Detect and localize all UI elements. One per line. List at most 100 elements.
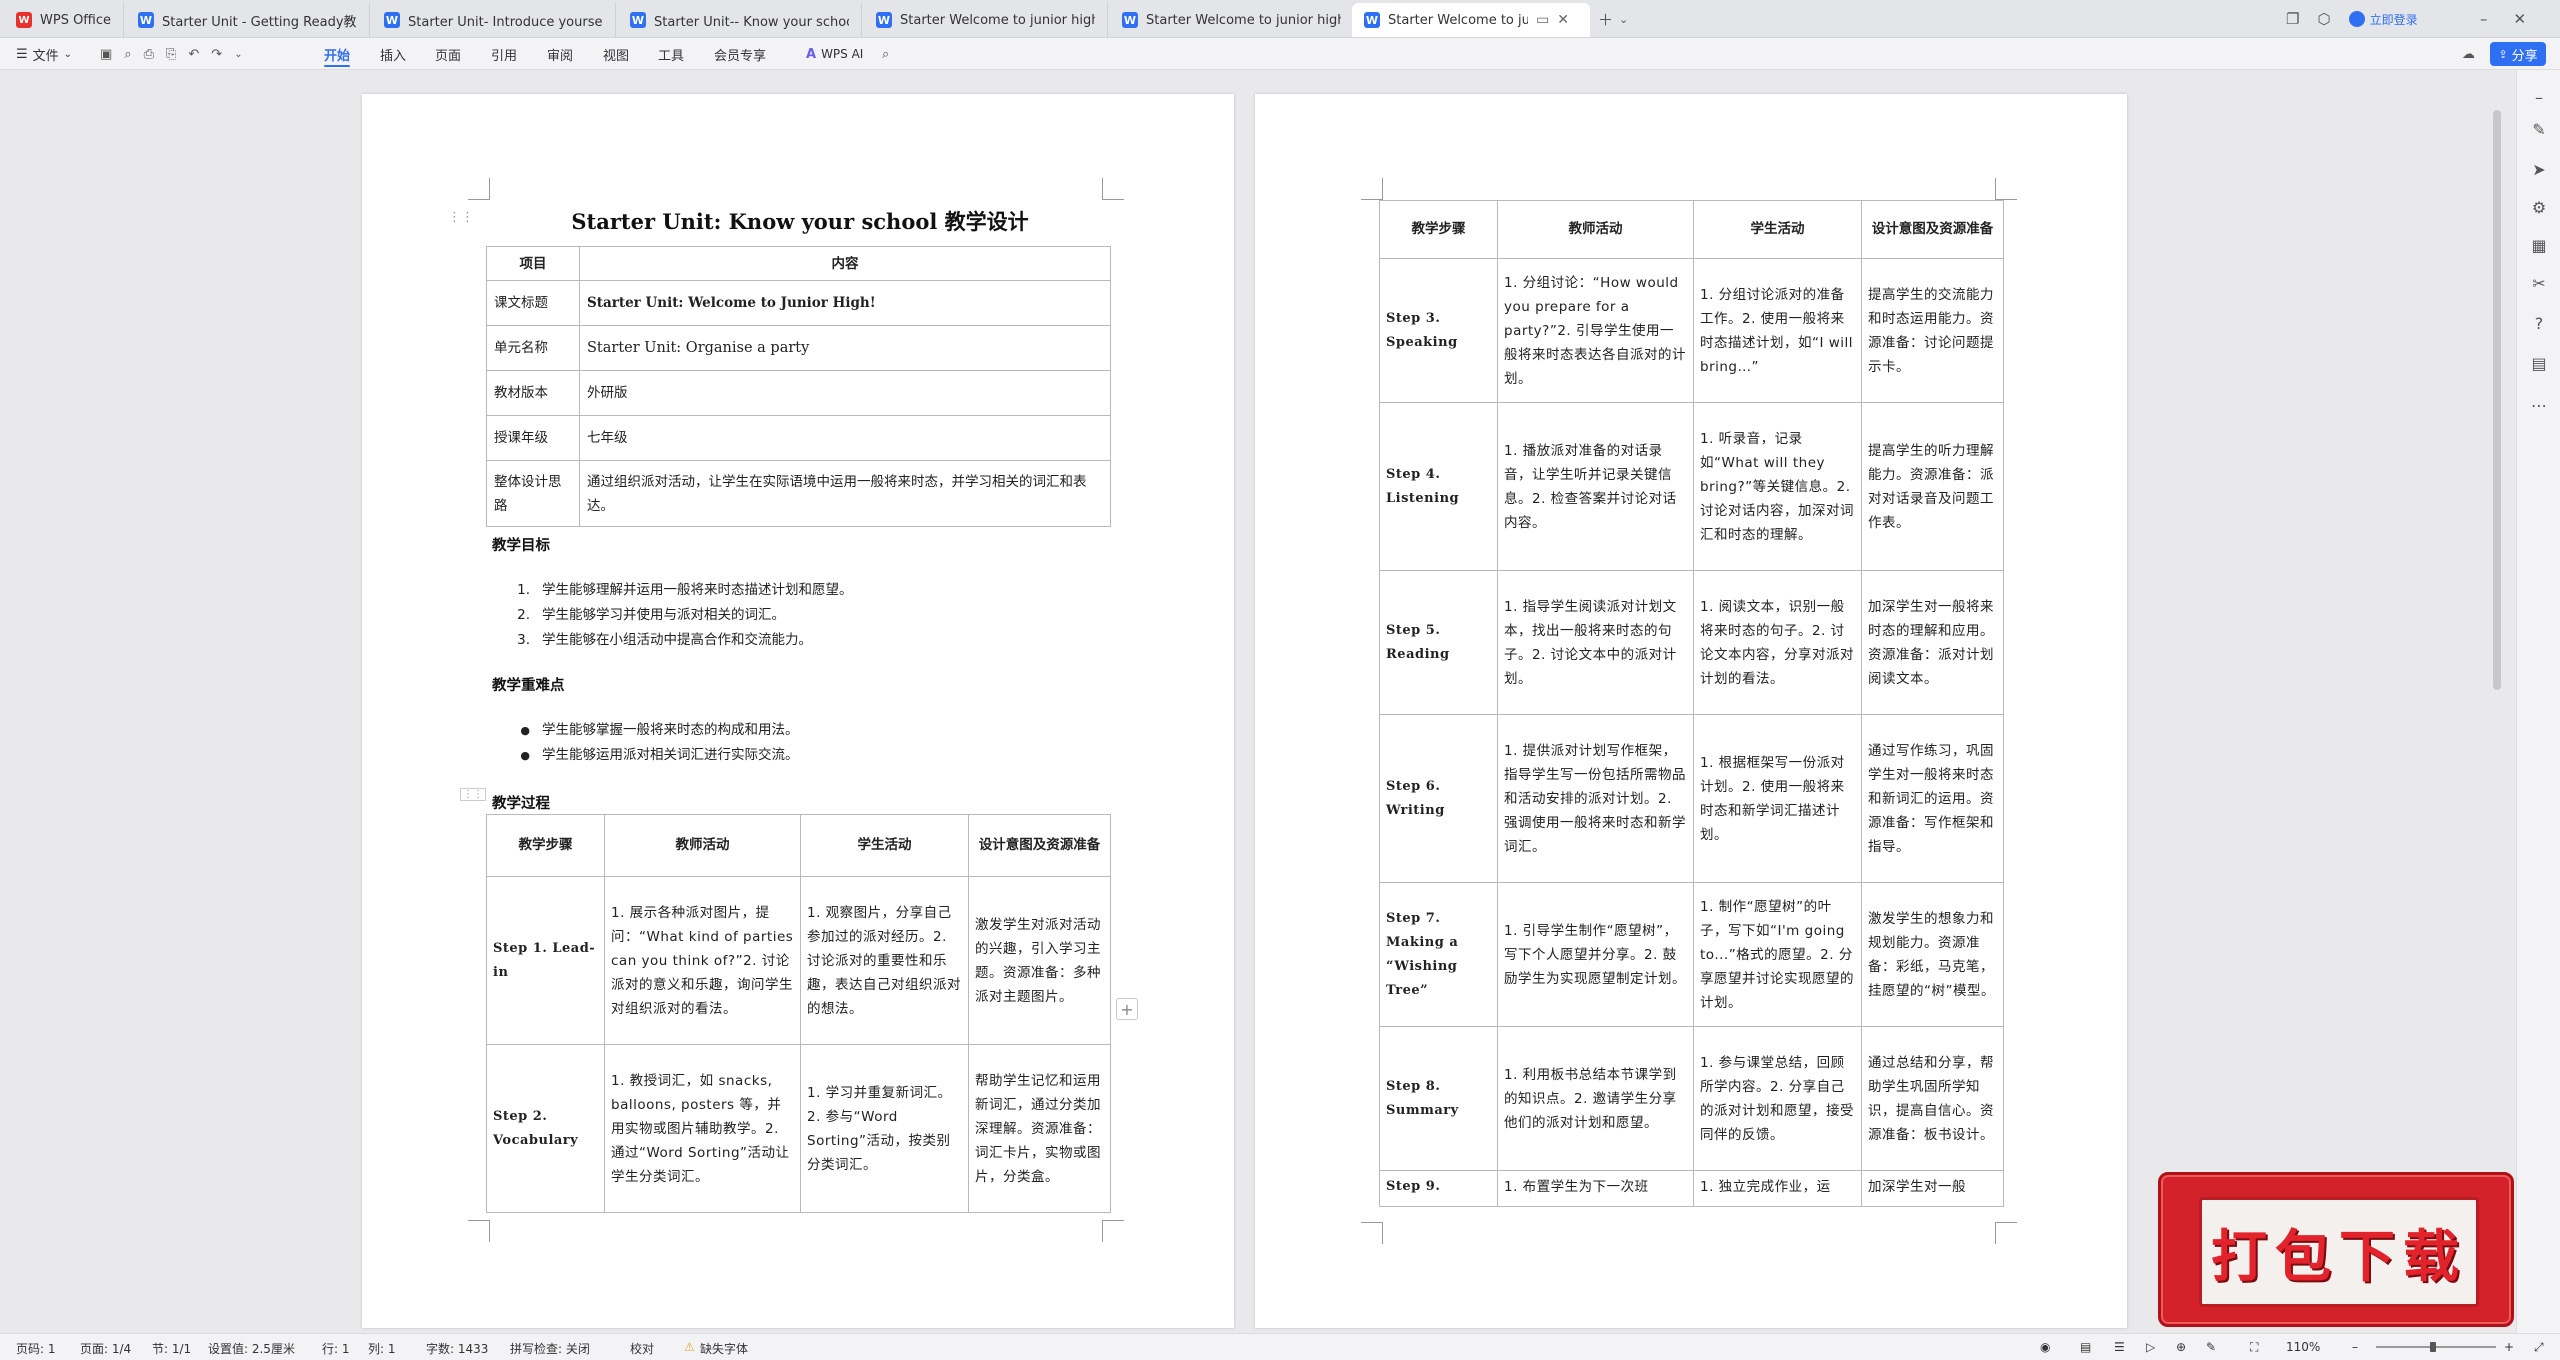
table-row: Step 4. Listening 1. 播放派对准备的对话录音，让学生听并记录… — [1379, 402, 2004, 571]
status-bar: 页码: 1 页面: 1/4 节: 1/1 设置值: 2.5厘米 行: 1 列: … — [0, 1333, 2560, 1360]
vertical-scrollbar[interactable] — [2493, 110, 2501, 690]
menu-tools[interactable]: 工具 — [658, 38, 684, 70]
table-row: 项目 内容 — [486, 246, 1111, 281]
menu-references[interactable]: 引用 — [491, 38, 517, 70]
status-missing-font[interactable]: 缺失字体 — [700, 1340, 748, 1357]
status-section[interactable]: 节: 1/1 — [152, 1340, 191, 1357]
design-intent-cell: 提高学生的听力理解能力。资源准备：派对对话录音及问题工作表。 — [1861, 402, 2004, 571]
adjust-icon[interactable]: ⚙ — [2529, 198, 2549, 218]
menu-home[interactable]: 开始 — [324, 38, 351, 70]
zoom-in-icon[interactable]: + — [2504, 1340, 2514, 1354]
tab-document-active[interactable]: W Starter Welcome to junior hi ▭ ✕ — [1352, 3, 1590, 37]
pen-icon[interactable]: ✎ — [2529, 120, 2549, 140]
table-row: 教材版本 外研版 — [486, 370, 1111, 416]
tab-document[interactable]: W Starter Welcome to junior high! C — [864, 3, 1108, 37]
tab-document[interactable]: W Starter Unit-- Know your school教 — [618, 3, 862, 37]
save-icon[interactable]: ▣ — [100, 47, 112, 62]
tab-document[interactable]: W Starter Welcome to junior high! — [1110, 3, 1354, 37]
zoom-slider-thumb[interactable] — [2430, 1342, 2436, 1352]
close-tab-icon[interactable]: ✕ — [1557, 12, 1569, 28]
status-page[interactable]: 页码: 1 — [16, 1340, 56, 1357]
menu-insert[interactable]: 插入 — [380, 38, 406, 70]
table-row: 教学步骤 教师活动 学生活动 设计意图及资源准备 — [486, 814, 1111, 877]
tab-document[interactable]: W Starter Unit - Getting Ready教学设 — [126, 3, 370, 37]
menu-membership[interactable]: 会员专享 — [714, 38, 766, 70]
write-mode-icon[interactable]: ✎ — [2206, 1340, 2216, 1354]
page-view-icon[interactable]: ▤ — [2080, 1340, 2091, 1354]
zoom-out-icon[interactable]: – — [2352, 1340, 2358, 1354]
menu-view[interactable]: 视图 — [603, 38, 629, 70]
cube-icon[interactable]: ⬡ — [2317, 10, 2330, 28]
status-pages[interactable]: 页面: 1/4 — [80, 1340, 131, 1357]
table-header-cell: 设计意图及资源准备 — [968, 814, 1111, 877]
status-row[interactable]: 行: 1 — [322, 1340, 350, 1357]
image-icon[interactable]: ▦ — [2529, 236, 2549, 256]
drag-handle-icon[interactable]: ⋮⋮ — [460, 788, 486, 801]
menu-page[interactable]: 页面 — [435, 38, 461, 70]
table-row: Step 1. Lead-in 1. 展示各种派对图片，提问：“What kin… — [486, 876, 1111, 1045]
step-cell: Step 6. Writing — [1379, 714, 1498, 883]
undo-icon[interactable]: ↶ — [188, 47, 199, 62]
student-activity-cell: 1. 制作“愿望树”的叶子，写下如“I'm going to...”格式的愿望。… — [1693, 882, 1862, 1027]
menu-review[interactable]: 审阅 — [547, 38, 573, 70]
step-cell: Step 3. Speaking — [1379, 258, 1498, 403]
tab-label: Starter Welcome to junior high! — [1146, 12, 1341, 28]
status-words[interactable]: 字数: 1433 — [426, 1340, 488, 1357]
status-spellcheck[interactable]: 拼写检查: 关闭 — [510, 1340, 590, 1357]
outline-view-icon[interactable]: ☰ — [2114, 1340, 2125, 1354]
status-proof[interactable]: 校对 — [630, 1340, 654, 1357]
more-icon[interactable]: ⋯ — [2529, 396, 2549, 416]
teacher-activity-cell: 1. 指导学生阅读派对计划文本，找出一般将来时态的句子。2. 讨论文本中的派对计… — [1497, 570, 1694, 715]
list-item: ● 学生能够运用派对相关词汇进行实际交流。 — [512, 743, 1112, 768]
pointer-icon[interactable]: ➤ — [2529, 160, 2549, 180]
read-mode-icon[interactable]: ▷ — [2146, 1340, 2155, 1354]
print-preview-icon[interactable]: ⎘ — [166, 47, 176, 62]
download-banner[interactable]: 打包下载 — [2158, 1172, 2514, 1327]
web-view-icon[interactable]: ⊕ — [2176, 1340, 2186, 1354]
help-icon[interactable]: ? — [2529, 314, 2549, 334]
table-row: Step 2. Vocabulary 1. 教授词汇，如 snacks, bal… — [486, 1044, 1111, 1213]
screen-icon[interactable]: ▭ — [1536, 12, 1549, 28]
info-value: 七年级 — [579, 415, 1111, 461]
share-button[interactable]: ⇪ 分享 — [2490, 42, 2546, 66]
tab-document[interactable]: W Starter Unit- Introduce yourself教 — [372, 3, 616, 37]
wps-ai-label: WPS AI — [821, 47, 864, 61]
fullscreen-icon[interactable]: ⤢ — [2534, 1340, 2544, 1355]
tab-wps-office[interactable]: W WPS Office — [4, 3, 124, 37]
cloud-sync-icon[interactable]: ☁ — [2462, 38, 2475, 70]
eye-protect-icon[interactable]: ◉ — [2040, 1340, 2050, 1354]
new-tab-plus-icon[interactable]: ＋ — [1598, 9, 1613, 30]
find-icon[interactable]: ⌕ — [124, 47, 131, 62]
step-cell: Step 2. Vocabulary — [486, 1044, 605, 1213]
login-label: 立即登录 — [2369, 12, 2418, 27]
redo-icon[interactable]: ↷ — [211, 47, 222, 62]
minimize-icon[interactable]: – — [2480, 10, 2488, 28]
document-title: Starter Unit: Know your school 教学设计 — [571, 209, 1029, 234]
status-setting[interactable]: 设置值: 2.5厘米 — [208, 1340, 295, 1357]
template-icon[interactable]: ▤ — [2529, 354, 2549, 374]
collapse-icon[interactable]: – — [2529, 88, 2549, 108]
zoom-slider[interactable] — [2376, 1346, 2496, 1348]
search-icon[interactable]: ⌕ — [882, 38, 889, 70]
status-col[interactable]: 列: 1 — [368, 1340, 396, 1357]
tab-label: WPS Office — [40, 12, 111, 28]
login-button[interactable]: 立即登录 — [2348, 11, 2418, 28]
step-cell: Step 4. Listening — [1379, 402, 1498, 571]
wps-ai-button[interactable]: A WPS AI — [806, 38, 863, 70]
design-intent-cell: 激发学生的想象力和规划能力。资源准备：彩纸，马克笔，挂愿望的“树”模型。 — [1861, 882, 2004, 1027]
drag-handle-icon[interactable]: ⋮⋮ — [448, 210, 474, 225]
tools-icon[interactable]: ✂ — [2529, 274, 2549, 294]
info-label: 单元名称 — [486, 325, 580, 371]
file-menu[interactable]: ☰ 文件 ⌄ — [16, 38, 72, 70]
add-row-plus-icon[interactable]: + — [1116, 998, 1138, 1020]
zoom-level[interactable]: 110% — [2286, 1340, 2320, 1354]
list-item: 1. 学生能够理解并运用一般将来时态描述计划和愿望。 — [512, 578, 1112, 603]
print-icon[interactable]: ⎙ — [144, 47, 154, 62]
more-chevron-icon[interactable]: ⌄ — [234, 49, 242, 60]
window-mode-icon[interactable]: ❐ — [2286, 10, 2299, 28]
document-page-2: 教学步骤 教师活动 学生活动 设计意图及资源准备 Step 3. Speakin… — [1255, 94, 2127, 1328]
close-window-icon[interactable]: ✕ — [2514, 10, 2527, 28]
chevron-down-icon[interactable]: ⌄ — [1619, 13, 1628, 26]
fit-page-icon[interactable]: ⛶ — [2250, 1340, 2258, 1355]
info-value: Starter Unit: Organise a party — [579, 325, 1111, 371]
